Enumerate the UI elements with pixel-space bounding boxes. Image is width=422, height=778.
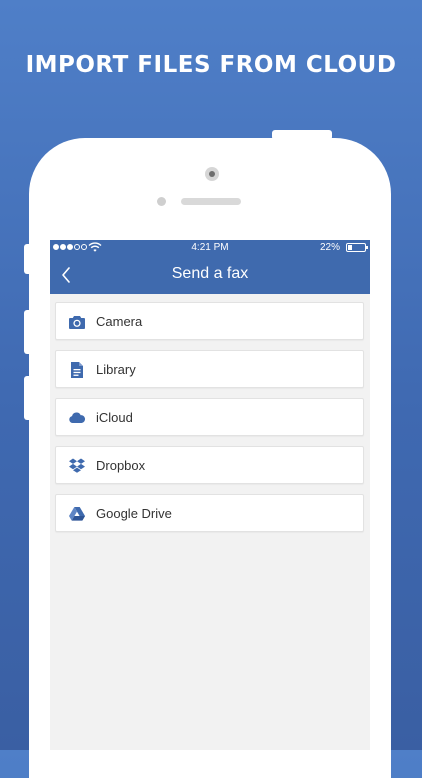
import-source-list: Camera Library iCloud Dropbox Google Dri… [55, 302, 364, 542]
earpiece-speaker [181, 198, 241, 205]
page-title: Send a fax [171, 265, 249, 282]
source-label: Dropbox [96, 458, 146, 473]
status-bar: 4:21 PM 22% [50, 240, 370, 256]
battery-percentage: 22% [319, 242, 340, 253]
front-camera [205, 167, 219, 181]
google-drive-icon [69, 507, 85, 521]
source-label: Google Drive [96, 506, 172, 521]
source-icloud[interactable]: iCloud [55, 398, 364, 436]
source-label: Library [96, 362, 136, 377]
cloud-icon [69, 412, 86, 423]
phone-screen: 4:21 PM 22% Send a fax Camera Library iC… [50, 240, 370, 750]
source-camera[interactable]: Camera [55, 302, 364, 340]
source-google-drive[interactable]: Google Drive [55, 494, 364, 532]
headline: IMPORT FILES FROM CLOUD [25, 52, 397, 78]
source-label: iCloud [96, 410, 133, 425]
source-dropbox[interactable]: Dropbox [55, 446, 364, 484]
source-library[interactable]: Library [55, 350, 364, 388]
dropbox-icon [69, 458, 85, 473]
source-label: Camera [96, 314, 143, 329]
battery-icon [346, 243, 368, 252]
document-icon [71, 362, 83, 378]
proximity-sensor [157, 197, 166, 206]
camera-icon [69, 316, 85, 329]
nav-bar: Send a fax [50, 256, 370, 294]
